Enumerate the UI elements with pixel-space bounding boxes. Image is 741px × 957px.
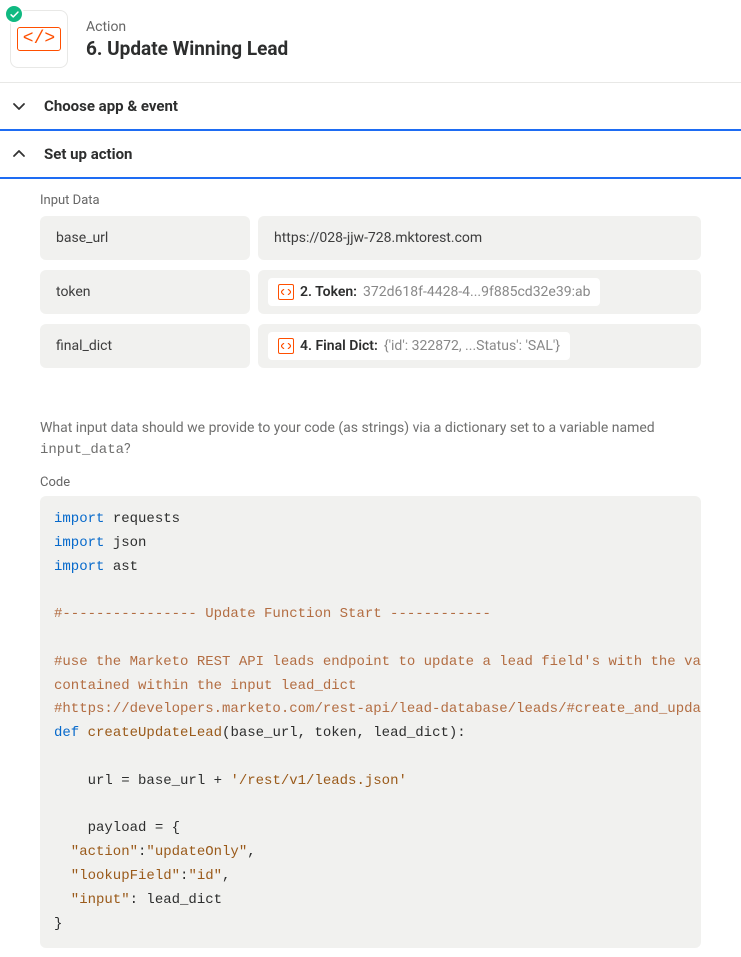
pill-label: 4. Final Dict: bbox=[300, 338, 378, 354]
code-step-icon bbox=[278, 284, 294, 300]
pill-value: 372d618f-4428-4...9f885cd32e39:ab bbox=[363, 284, 590, 300]
input-value-base-url[interactable]: https://028-jjw-728.mktorest.com bbox=[258, 216, 701, 260]
setup-body: Input Data base_url https://028-jjw-728.… bbox=[0, 179, 741, 957]
sections: Choose app & event Set up action Input D… bbox=[0, 82, 741, 957]
section-set-up-action[interactable]: Set up action bbox=[0, 131, 741, 177]
input-key[interactable]: token bbox=[40, 270, 250, 314]
chevron-up-icon bbox=[10, 146, 28, 162]
input-row-final-dict: final_dict 4. Final Dict: {'id': 322872,… bbox=[40, 324, 701, 368]
pill-value: {'id': 322872, ...Status': 'SAL'} bbox=[384, 338, 560, 354]
app-icon-wrap: </> bbox=[10, 10, 68, 68]
help-var: input_data bbox=[40, 442, 124, 458]
pill-label: 2. Token: bbox=[300, 284, 357, 300]
mapped-field-pill[interactable]: 4. Final Dict: {'id': 322872, ...Status'… bbox=[268, 332, 570, 360]
code-field-label: Code bbox=[40, 475, 701, 490]
input-value-token[interactable]: 2. Token: 372d618f-4428-4...9f885cd32e39… bbox=[258, 270, 701, 314]
input-key[interactable]: final_dict bbox=[40, 324, 250, 368]
code-editor[interactable]: import requests import json import ast #… bbox=[40, 496, 701, 948]
input-key[interactable]: base_url bbox=[40, 216, 250, 260]
input-help-text: What input data should we provide to you… bbox=[40, 418, 701, 461]
code-step-icon bbox=[278, 338, 294, 354]
step-header: </> Action 6. Update Winning Lead bbox=[0, 0, 741, 82]
code-glyph-icon: </> bbox=[17, 27, 61, 51]
mapped-field-pill[interactable]: 2. Token: 372d618f-4428-4...9f885cd32e39… bbox=[268, 278, 600, 306]
input-row-token: token 2. Token: 372d618f-4428-4...9f885c… bbox=[40, 270, 701, 314]
input-data-heading: Input Data bbox=[40, 193, 701, 208]
section-choose-label: Choose app & event bbox=[44, 97, 178, 115]
check-icon bbox=[9, 9, 20, 20]
input-row-base-url: base_url https://028-jjw-728.mktorest.co… bbox=[40, 216, 701, 260]
step-titles: Action 6. Update Winning Lead bbox=[86, 19, 288, 60]
status-success-badge bbox=[4, 4, 24, 24]
section-setup-label: Set up action bbox=[44, 145, 132, 163]
input-value-final-dict[interactable]: 4. Final Dict: {'id': 322872, ...Status'… bbox=[258, 324, 701, 368]
section-choose-app-event[interactable]: Choose app & event bbox=[0, 83, 741, 129]
step-overline: Action bbox=[86, 19, 288, 35]
chevron-down-icon bbox=[10, 98, 28, 114]
step-title: 6. Update Winning Lead bbox=[86, 37, 288, 60]
